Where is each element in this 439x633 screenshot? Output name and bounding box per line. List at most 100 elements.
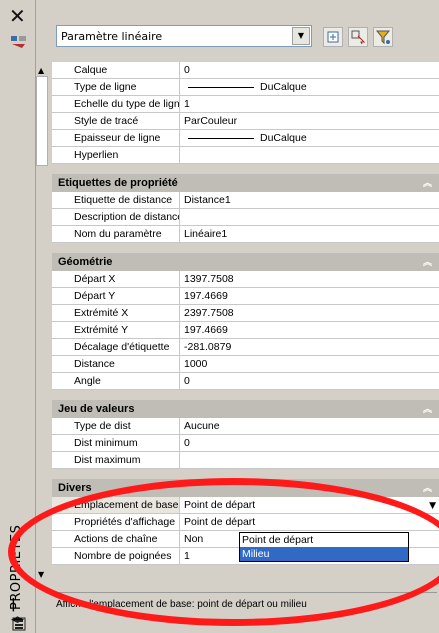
property-label: Description de distance bbox=[52, 209, 180, 225]
quick-select-button[interactable] bbox=[373, 27, 393, 47]
property-row[interactable]: Description de distance bbox=[52, 209, 439, 226]
property-value[interactable]: 2397.7508 bbox=[180, 305, 439, 321]
property-label: Epaisseur de ligne bbox=[52, 130, 180, 146]
property-row[interactable]: Type de dist Aucune bbox=[52, 418, 439, 435]
property-row[interactable]: Emplacement de base Point de départ ▼ bbox=[52, 497, 439, 514]
category-header-etiquettes[interactable]: Etiquettes de propriété ︽ bbox=[52, 174, 439, 192]
dropdown-option[interactable]: Point de départ bbox=[240, 533, 408, 547]
autohide-icon[interactable] bbox=[10, 34, 28, 50]
property-label: Calque bbox=[52, 62, 180, 78]
property-label: Dist maximum bbox=[52, 452, 180, 468]
property-row[interactable]: Echelle du type de ligne 1 bbox=[52, 96, 439, 113]
chevron-down-icon[interactable]: ▼ bbox=[429, 498, 436, 514]
property-value[interactable]: Point de départ bbox=[180, 514, 439, 530]
chevron-down-icon[interactable]: ▼ bbox=[292, 27, 310, 45]
property-label: Départ X bbox=[52, 271, 180, 287]
property-row[interactable]: Angle 0 bbox=[52, 373, 439, 390]
property-row[interactable]: Hyperlien bbox=[52, 147, 439, 164]
property-value[interactable] bbox=[180, 147, 439, 163]
select-objects-button[interactable] bbox=[348, 27, 368, 47]
property-label: Extrémité Y bbox=[52, 322, 180, 338]
collapse-icon[interactable]: ︽ bbox=[423, 479, 432, 497]
category-header-jeu[interactable]: Jeu de valeurs ︽ bbox=[52, 400, 439, 418]
property-row[interactable]: Epaisseur de ligne DuCalque bbox=[52, 130, 439, 147]
base-location-select[interactable]: Point de départ bbox=[180, 497, 439, 513]
property-value[interactable]: DuCalque bbox=[180, 130, 439, 146]
general-rows: Calque 0 Type de ligne DuCalque Echelle du… bbox=[52, 62, 439, 164]
property-value[interactable]: Linéaire1 bbox=[180, 226, 439, 242]
collapse-icon[interactable]: ︽ bbox=[423, 174, 432, 192]
property-row[interactable]: Distance 1000 bbox=[52, 356, 439, 373]
property-value[interactable]: Distance1 bbox=[180, 192, 439, 208]
property-label: Extrémité X bbox=[52, 305, 180, 321]
category-header-divers[interactable]: Divers ︽ bbox=[52, 479, 439, 497]
property-value[interactable]: -281.0879 bbox=[180, 339, 439, 355]
property-label: Style de tracé bbox=[52, 113, 180, 129]
property-value-text: DuCalque bbox=[260, 81, 307, 93]
property-row[interactable]: Extrémité X 2397.7508 bbox=[52, 305, 439, 322]
grid-scrollbar[interactable]: ▲ ▼ bbox=[36, 62, 50, 582]
property-value[interactable]: DuCalque bbox=[180, 79, 439, 95]
property-value[interactable]: 1000 bbox=[180, 356, 439, 372]
property-value[interactable]: 0 bbox=[180, 435, 439, 451]
menu-icon[interactable] bbox=[12, 617, 26, 631]
collapse-icon[interactable]: ︽ bbox=[423, 400, 432, 418]
scroll-thumb[interactable] bbox=[36, 76, 48, 166]
property-row[interactable]: Départ X 1397.7508 bbox=[52, 271, 439, 288]
expand-icon[interactable]: |◂▸ bbox=[11, 597, 27, 627]
property-label: Type de ligne bbox=[52, 79, 180, 95]
category-header-geometrie[interactable]: Géométrie ︽ bbox=[52, 253, 439, 271]
category-title: Géométrie bbox=[58, 256, 113, 268]
property-label: Emplacement de base bbox=[52, 497, 180, 513]
property-label: Angle bbox=[52, 373, 180, 389]
select-objects-icon bbox=[351, 30, 366, 45]
base-location-dropdown-list: Point de départ Milieu bbox=[239, 532, 409, 562]
object-type-select[interactable]: Paramètre linéaire ▼ bbox=[56, 25, 312, 47]
property-row[interactable]: Propriétés d'affichage Point de départ bbox=[52, 514, 439, 531]
filter-icon bbox=[375, 30, 391, 45]
property-row[interactable]: Nom du paramètre Linéaire1 bbox=[52, 226, 439, 243]
category-title: Etiquettes de propriété bbox=[58, 177, 178, 189]
property-label: Décalage d'étiquette bbox=[52, 339, 180, 355]
collapse-icon[interactable]: ︽ bbox=[423, 253, 432, 271]
property-row[interactable]: Calque 0 bbox=[52, 62, 439, 79]
property-value[interactable]: 1 bbox=[180, 96, 439, 112]
property-row[interactable]: Départ Y 197.4669 bbox=[52, 288, 439, 305]
property-value[interactable] bbox=[180, 452, 439, 468]
property-value[interactable]: Aucune bbox=[180, 418, 439, 434]
object-type-value: Paramètre linéaire bbox=[61, 30, 163, 43]
linetype-sample bbox=[188, 86, 254, 88]
property-row[interactable]: Style de tracé ParCouleur bbox=[52, 113, 439, 130]
selection-toolbar: Paramètre linéaire ▼ bbox=[36, 18, 439, 56]
property-label: Nombre de poignées bbox=[52, 548, 180, 564]
property-row[interactable]: Décalage d'étiquette -281.0879 bbox=[52, 339, 439, 356]
property-row[interactable]: Extrémité Y 197.4669 bbox=[52, 322, 439, 339]
property-row[interactable]: Etiquette de distance Distance1 bbox=[52, 192, 439, 209]
property-value[interactable] bbox=[180, 209, 439, 225]
property-label: Type de dist bbox=[52, 418, 180, 434]
property-label: Propriétés d'affichage bbox=[52, 514, 180, 530]
toggle-pickadd-button[interactable] bbox=[323, 27, 343, 47]
property-row[interactable]: Type de ligne DuCalque bbox=[52, 79, 439, 96]
property-value[interactable]: ParCouleur bbox=[180, 113, 439, 129]
lineweight-sample bbox=[188, 137, 254, 139]
close-icon[interactable]: ✕ bbox=[9, 6, 26, 26]
property-row[interactable]: Dist minimum 0 bbox=[52, 435, 439, 452]
property-value[interactable]: 0 bbox=[180, 373, 439, 389]
property-label: Etiquette de distance bbox=[52, 192, 180, 208]
scroll-up-icon[interactable]: ▲ bbox=[38, 66, 44, 75]
scroll-down-icon[interactable]: ▼ bbox=[38, 570, 44, 579]
property-label: Nom du paramètre bbox=[52, 226, 180, 242]
property-value[interactable]: 197.4669 bbox=[180, 322, 439, 338]
property-value[interactable]: 0 bbox=[180, 62, 439, 78]
property-row[interactable]: Dist maximum bbox=[52, 452, 439, 469]
pickadd-icon bbox=[327, 31, 339, 43]
property-label: Echelle du type de ligne bbox=[52, 96, 180, 112]
property-label: Départ Y bbox=[52, 288, 180, 304]
property-value[interactable]: 1397.7508 bbox=[180, 271, 439, 287]
dropdown-option-highlighted[interactable]: Milieu bbox=[240, 547, 408, 561]
property-value[interactable]: 197.4669 bbox=[180, 288, 439, 304]
category-title: Divers bbox=[58, 482, 92, 494]
property-description: Affiche l'emplacement de base: point de … bbox=[52, 592, 437, 630]
property-label: Dist minimum bbox=[52, 435, 180, 451]
